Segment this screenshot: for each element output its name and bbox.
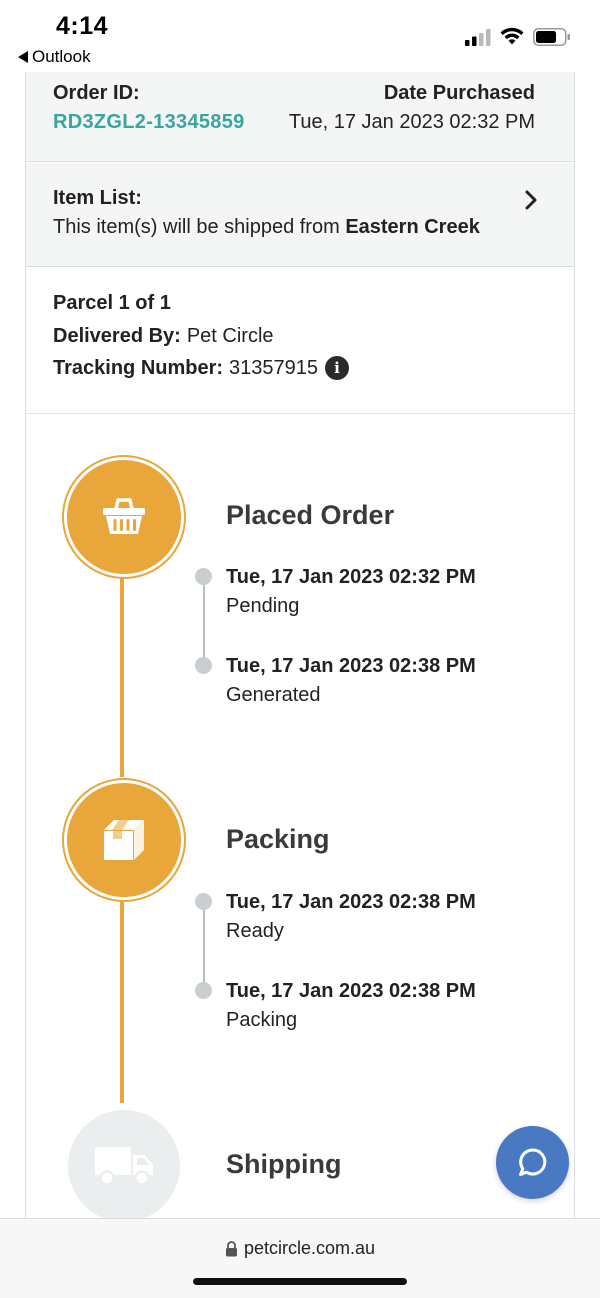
url-text: petcircle.com.au bbox=[243, 1238, 376, 1258]
tracking-number-label: Tracking Number: bbox=[53, 356, 224, 379]
chat-bubble-icon bbox=[518, 1147, 546, 1176]
item-list-label: Item List: bbox=[53, 187, 142, 209]
battery-icon bbox=[533, 28, 570, 46]
live-chat-button[interactable] bbox=[496, 1126, 569, 1199]
packing-stage-icon bbox=[64, 780, 184, 900]
event-date: Tue, 17 Jan 2023 02:32 PM bbox=[226, 566, 476, 588]
back-arrow-icon bbox=[18, 51, 28, 63]
status-bar: 4:14 Outlook bbox=[0, 0, 600, 72]
timeline-connector bbox=[120, 577, 124, 777]
address-bar[interactable]: petcircle.com.au bbox=[0, 1238, 600, 1259]
basket-icon bbox=[103, 498, 145, 534]
info-icon[interactable]: i bbox=[325, 356, 350, 380]
shipping-stage-icon bbox=[68, 1110, 180, 1218]
delivered-by-row: Delivered By: Pet Circle bbox=[53, 325, 274, 348]
placed-order-stage-icon bbox=[64, 457, 184, 577]
timeline-event-dot bbox=[195, 657, 212, 674]
parcel-title: Parcel 1 of 1 bbox=[53, 292, 171, 314]
date-purchased-label: Date Purchased bbox=[383, 82, 535, 104]
date-purchased-value: Tue, 17 Jan 2023 02:32 PM bbox=[288, 111, 535, 133]
item-list-row[interactable]: Item List: This item(s) will be shipped … bbox=[26, 163, 574, 267]
status-time: 4:14 bbox=[56, 12, 109, 40]
stage-title-placed-order: Placed Order bbox=[226, 500, 395, 530]
order-id-label: Order ID: bbox=[53, 82, 140, 104]
chevron-right-icon[interactable] bbox=[523, 189, 539, 211]
order-id-link[interactable]: RD3ZGL2-13345859 bbox=[53, 111, 245, 134]
wifi-icon bbox=[500, 27, 524, 45]
event-connector bbox=[203, 902, 205, 992]
browser-bottom-bar: petcircle.com.au bbox=[0, 1218, 600, 1298]
timeline-connector bbox=[120, 900, 124, 1103]
ship-from-location: Eastern Creek bbox=[345, 216, 480, 238]
truck-icon bbox=[95, 1147, 153, 1186]
stage-title-shipping: Shipping bbox=[226, 1149, 342, 1179]
delivered-by-value: Pet Circle bbox=[186, 325, 274, 347]
lock-icon bbox=[225, 1240, 237, 1256]
home-indicator[interactable] bbox=[193, 1278, 407, 1285]
stage-title-packing: Packing bbox=[226, 824, 330, 854]
event-date: Tue, 17 Jan 2023 02:38 PM bbox=[226, 655, 476, 677]
event-status: Ready bbox=[226, 920, 284, 942]
ship-from-prefix: This item(s) will be shipped from bbox=[53, 216, 346, 238]
timeline-event-dot bbox=[195, 982, 212, 999]
event-connector bbox=[203, 577, 205, 667]
tracking-number-value: 31357915 bbox=[229, 356, 319, 379]
box-icon bbox=[104, 820, 144, 860]
event-status: Pending bbox=[226, 595, 300, 617]
order-tracking-card: Order ID: RD3ZGL2-13345859 Date Purchase… bbox=[25, 72, 575, 1218]
event-date: Tue, 17 Jan 2023 02:38 PM bbox=[226, 891, 476, 913]
tracking-number-row: Tracking Number: 31357915 i bbox=[53, 356, 350, 380]
event-status: Packing bbox=[226, 1009, 298, 1031]
ship-from-text: This item(s) will be shipped from Easter… bbox=[53, 216, 480, 239]
back-app-label: Outlook bbox=[32, 47, 91, 66]
event-date: Tue, 17 Jan 2023 02:38 PM bbox=[226, 980, 476, 1002]
timeline-event-dot bbox=[195, 568, 212, 585]
cellular-signal-icon bbox=[465, 29, 491, 46]
timeline-event-dot bbox=[195, 893, 212, 910]
delivered-by-label: Delivered By: bbox=[53, 325, 181, 347]
event-status: Generated bbox=[226, 684, 321, 706]
order-summary: Order ID: RD3ZGL2-13345859 Date Purchase… bbox=[26, 72, 574, 162]
back-to-app-link[interactable]: Outlook bbox=[18, 47, 91, 67]
parcel-details: Parcel 1 of 1 Delivered By: Pet Circle T… bbox=[26, 268, 574, 414]
